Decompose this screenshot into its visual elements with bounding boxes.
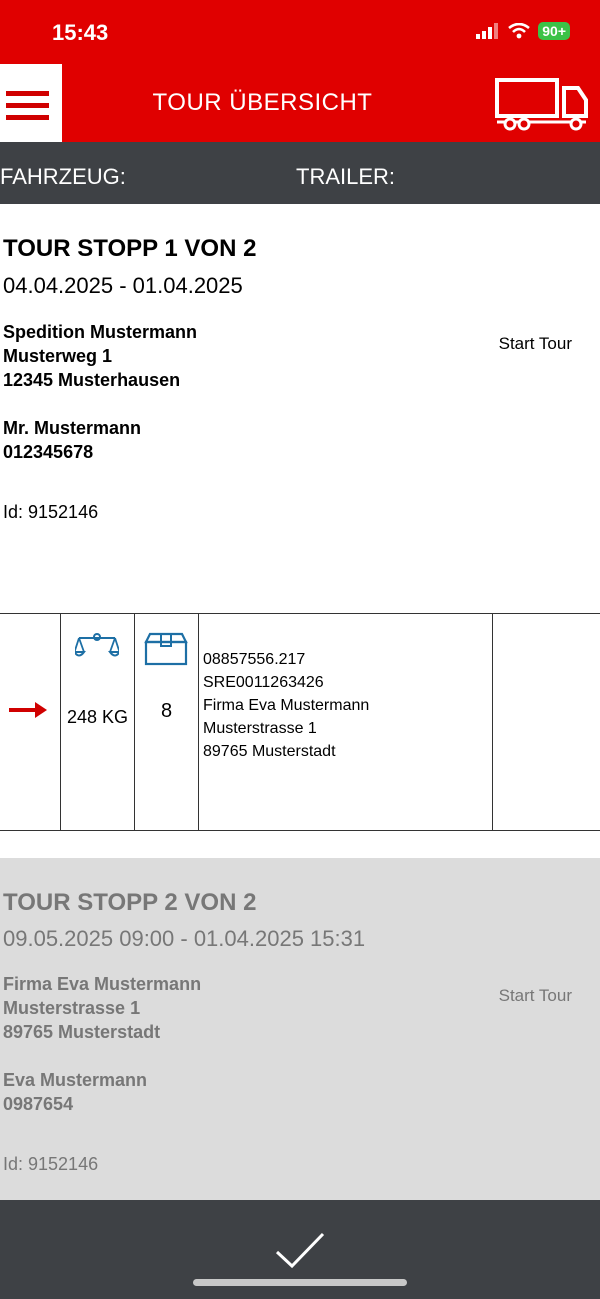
address-line: 12345 Musterhausen (3, 370, 181, 390)
vehicle-bar: FAHRZEUG: TRAILER: (0, 142, 600, 204)
address-line: Musterstrasse 1 (3, 998, 141, 1018)
weight-value: 248 KG (66, 707, 129, 727)
start-tour-button[interactable]: Start Tour (499, 334, 572, 354)
package-count: 8 (160, 700, 173, 722)
package-count-cell: 8 (135, 614, 199, 830)
shipment-reference: SRE0011263426 (203, 674, 324, 691)
address-line: Spedition Mustermann (3, 322, 198, 342)
stop-id: Id: 9152146 (3, 1154, 99, 1174)
wifi-icon (508, 23, 531, 39)
stop-contact: Mr. Mustermann 012345678 (3, 416, 141, 464)
truck-icon[interactable] (494, 76, 590, 132)
trailer-label: TRAILER: (296, 164, 396, 189)
recipient-street: Musterstrasse 1 (203, 720, 317, 737)
address-line: Firma Eva Mustermann (3, 974, 202, 994)
status-bar: 15:43 90+ (0, 0, 600, 64)
contact-phone: 0987654 (3, 1094, 74, 1114)
checkmark-icon[interactable] (272, 1230, 328, 1270)
start-tour-button[interactable]: Start Tour (499, 986, 572, 1006)
empty-cell (493, 614, 600, 830)
stop-address: Spedition Mustermann Musterweg 1 12345 M… (3, 320, 197, 392)
page-title: TOUR ÜBERSICHT (152, 89, 373, 116)
stop-title: TOUR STOPP 1 VON 2 (3, 235, 257, 262)
tour-stop-1[interactable]: TOUR STOPP 1 VON 2 04.04.2025 - 01.04.20… (0, 204, 600, 612)
arrow-right-icon (9, 702, 47, 718)
contact-name: Mr. Mustermann (3, 418, 142, 438)
status-time: 15:43 (52, 20, 109, 45)
stop-date: 09.05.2025 09:00 - 01.04.2025 15:31 (3, 926, 366, 951)
shipment-number: 08857556.217 (203, 651, 306, 668)
recipient-name: Firma Eva Mustermann (203, 697, 370, 714)
status-icons: 90+ (476, 22, 570, 40)
stop-date: 04.04.2025 - 01.04.2025 (3, 273, 243, 298)
address-line: 89765 Musterstadt (3, 1022, 161, 1042)
scale-icon (75, 633, 119, 657)
stop-contact: Eva Mustermann 0987654 (3, 1068, 147, 1116)
weight-cell: 248 KG (61, 614, 135, 830)
vehicle-label: FAHRZEUG: (0, 164, 126, 189)
contact-phone: 012345678 (3, 442, 94, 462)
arrow-cell (0, 614, 61, 830)
stop-address: Firma Eva Mustermann Musterstrasse 1 897… (3, 972, 201, 1044)
stop-id: Id: 9152146 (3, 502, 99, 522)
signal-icon (476, 23, 499, 39)
battery-icon: 90+ (538, 22, 570, 40)
home-indicator (193, 1279, 407, 1286)
address-line: Musterweg 1 (3, 346, 113, 366)
shipment-row[interactable]: 248 KG 8 08857556.217 SRE0011263426 Firm… (0, 613, 600, 831)
bottom-bar (0, 1200, 600, 1299)
contact-name: Eva Mustermann (3, 1070, 148, 1090)
stop-title: TOUR STOPP 2 VON 2 (3, 889, 257, 916)
shipment-info-cell: 08857556.217 SRE0011263426 Firma Eva Mus… (199, 614, 493, 830)
package-box-icon (144, 632, 188, 666)
app-header: TOUR ÜBERSICHT (0, 64, 600, 142)
recipient-city: 89765 Musterstadt (203, 743, 336, 760)
shipment-info: 08857556.217 SRE0011263426 Firma Eva Mus… (203, 648, 369, 763)
tour-stop-2[interactable]: TOUR STOPP 2 VON 2 09.05.2025 09:00 - 01… (0, 858, 600, 1200)
